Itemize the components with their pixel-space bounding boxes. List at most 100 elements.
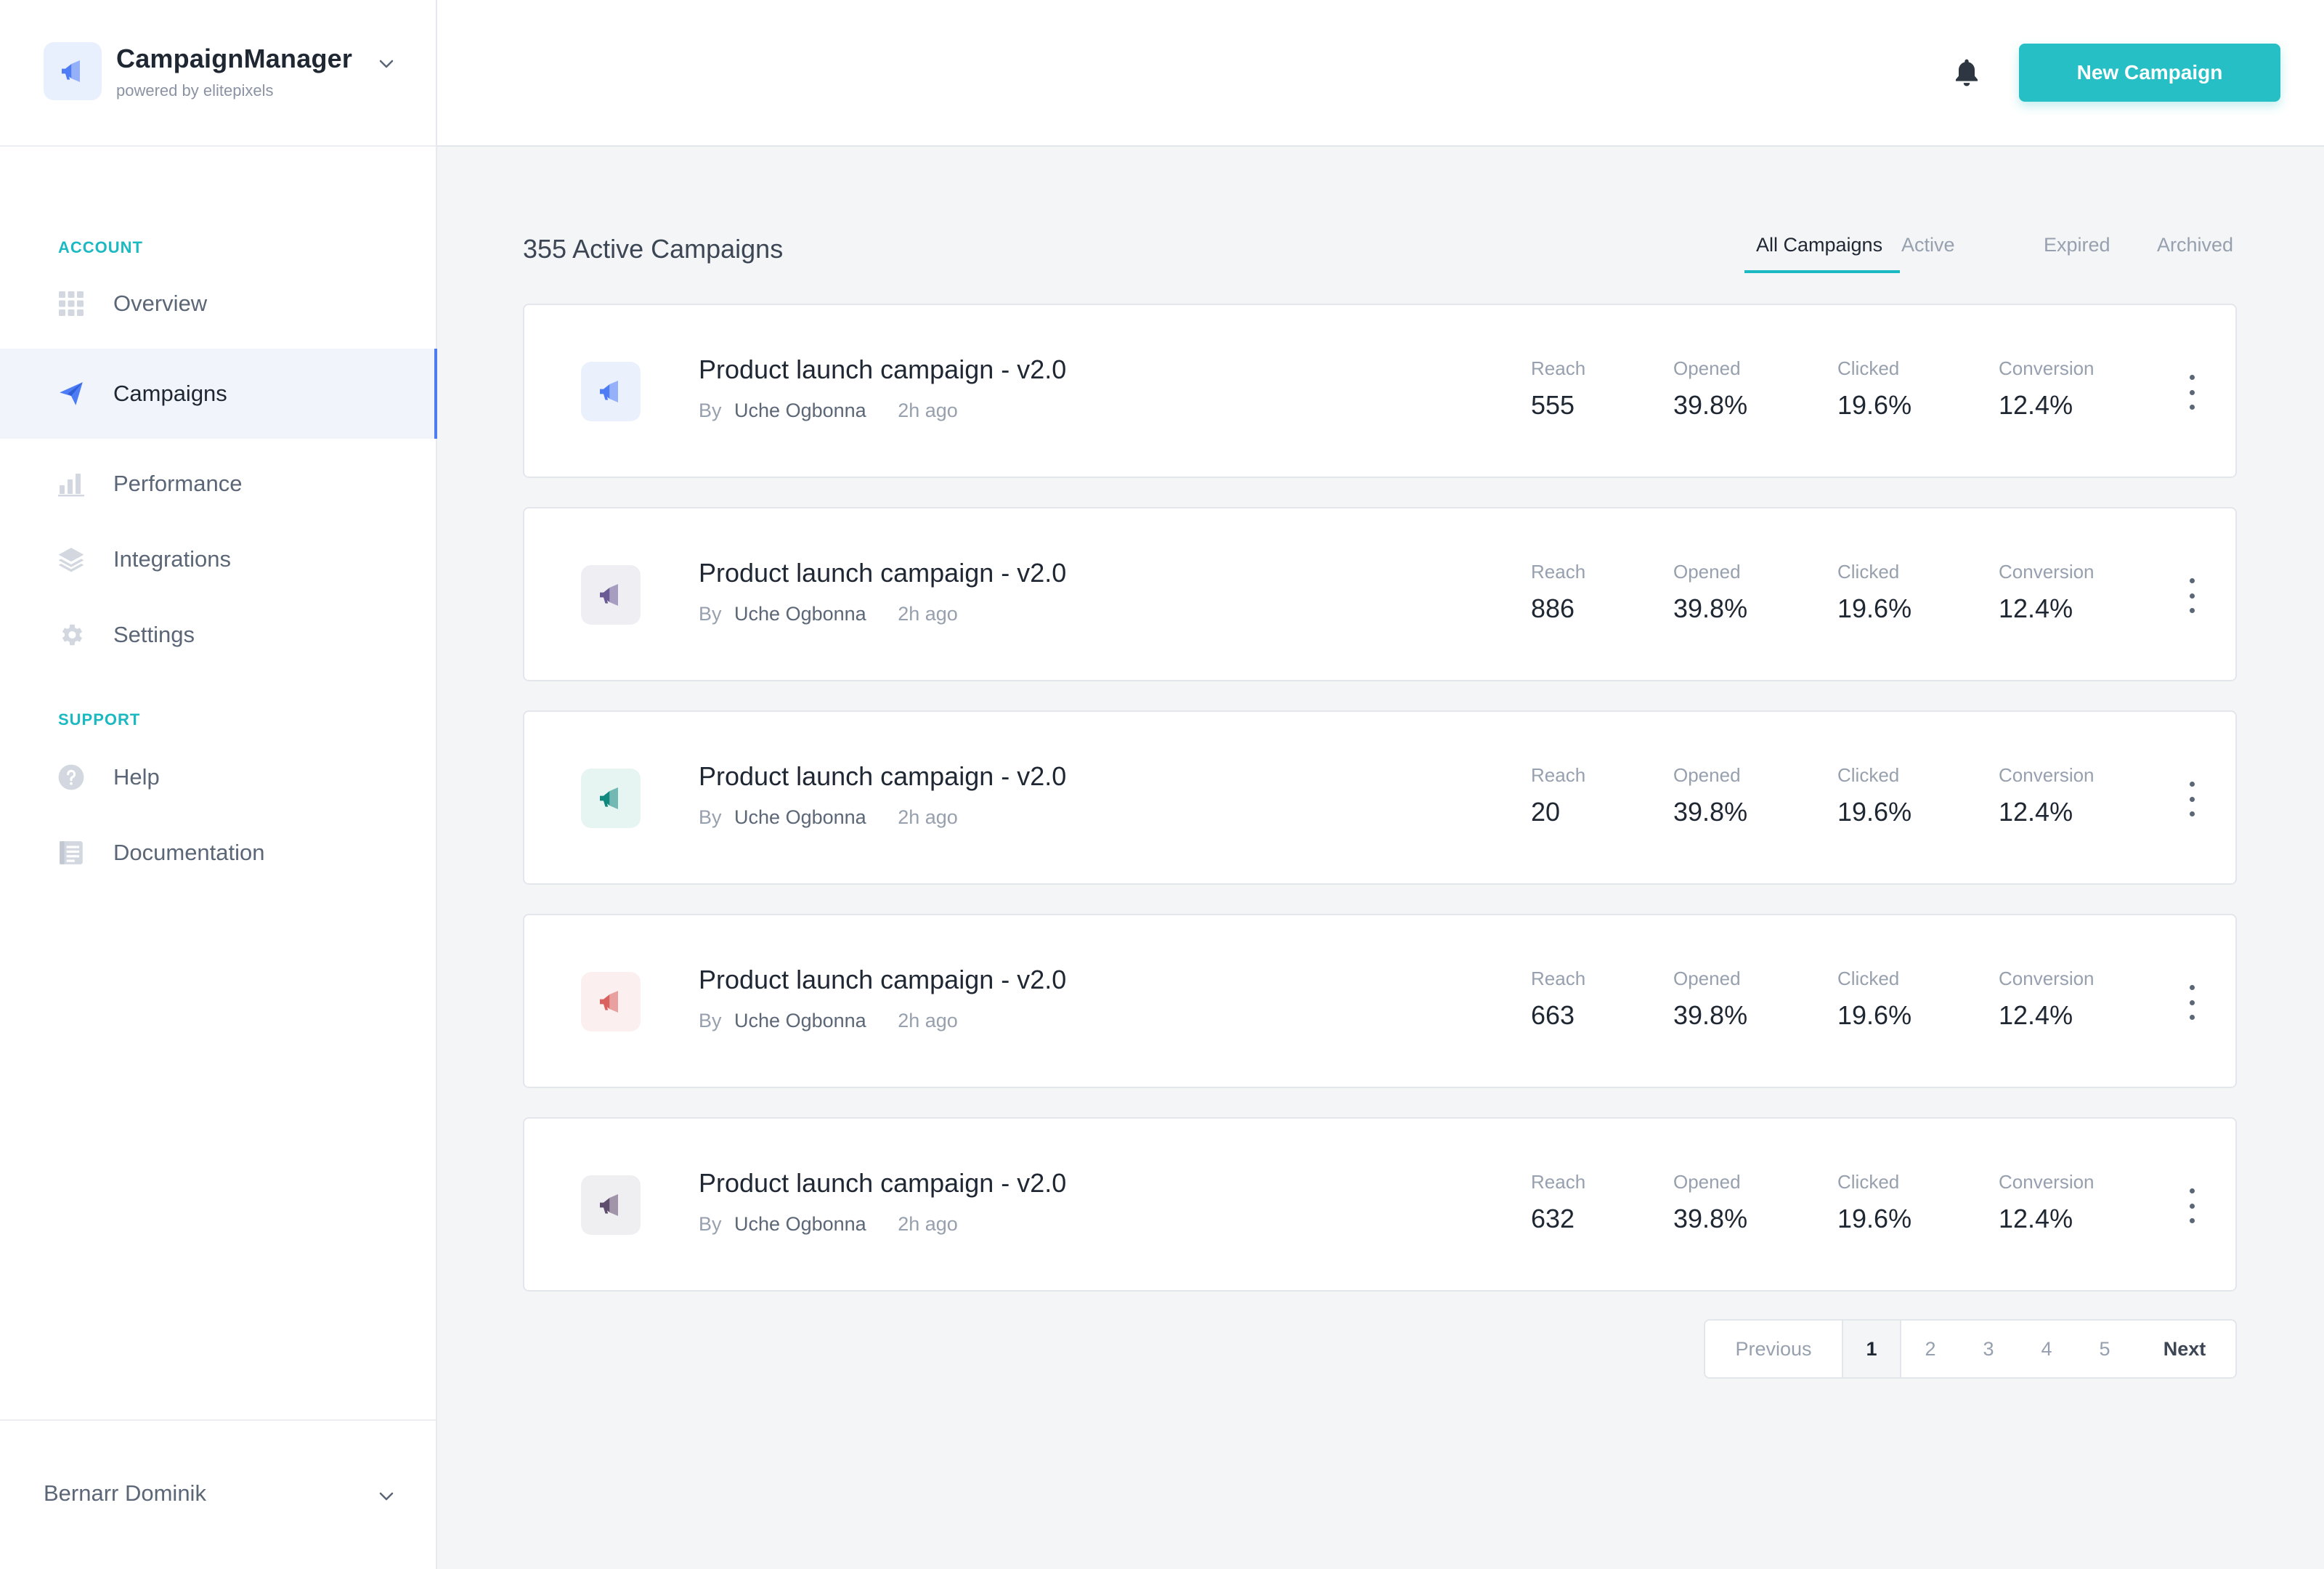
app-subtitle: powered by elitepixels <box>116 81 274 100</box>
top-header: New Campaign <box>437 0 2324 147</box>
chevron-down-icon[interactable] <box>375 52 398 76</box>
stat-opened: Opened 39.8% <box>1673 764 1747 827</box>
gear-icon <box>57 620 86 649</box>
sidebar-item-documentation[interactable]: Documentation <box>0 808 436 898</box>
campaign-time: 2h ago <box>898 1213 958 1235</box>
megaphone-icon <box>581 972 641 1031</box>
by-label: By <box>699 1213 722 1235</box>
stat-label: Conversion <box>1999 357 2095 379</box>
stat-value: 20 <box>1531 797 1561 827</box>
stat-reach: Reach 886 <box>1531 561 1585 624</box>
campaign-title[interactable]: Product launch campaign - v2.0 <box>699 1168 1066 1199</box>
tab-archived[interactable]: Archived <box>2157 234 2233 256</box>
by-label: By <box>699 1010 722 1031</box>
user-menu[interactable]: Bernarr Dominik <box>0 1419 436 1569</box>
campaign-card[interactable]: Product launch campaign - v2.0 By Uche O… <box>523 507 2237 681</box>
pagination-page-4[interactable]: 4 <box>2018 1321 2076 1377</box>
campaign-card[interactable]: Product launch campaign - v2.0 By Uche O… <box>523 914 2237 1088</box>
campaign-author: Uche Ogbonna <box>734 1213 866 1235</box>
kebab-dot <box>2189 985 2195 990</box>
sidebar-item-overview[interactable]: Overview <box>0 259 436 349</box>
campaign-title[interactable]: Product launch campaign - v2.0 <box>699 558 1066 588</box>
pagination-page-3[interactable]: 3 <box>1959 1321 2018 1377</box>
stat-label: Clicked <box>1837 561 1900 583</box>
stat-reach: Reach 20 <box>1531 764 1585 827</box>
stat-value: 39.8% <box>1673 1204 1748 1233</box>
pagination-previous[interactable]: Previous <box>1705 1321 1842 1377</box>
campaign-card[interactable]: Product launch campaign - v2.0 By Uche O… <box>523 1117 2237 1292</box>
pagination-page-2[interactable]: 2 <box>1901 1321 1959 1377</box>
by-label: By <box>699 400 722 421</box>
stat-conversion: Conversion 12.4% <box>1999 1171 2095 1234</box>
stat-value: 19.6% <box>1837 797 1912 827</box>
kebab-dot <box>2189 375 2195 380</box>
pagination-page-1[interactable]: 1 <box>1842 1321 1901 1377</box>
brand-switcher[interactable]: CampaignManager powered by elitepixels <box>0 0 436 147</box>
kebab-dot <box>2189 1203 2195 1209</box>
stat-opened: Opened 39.8% <box>1673 561 1747 624</box>
stat-value: 632 <box>1531 1204 1575 1233</box>
stat-label: Reach <box>1531 1171 1586 1193</box>
sidebar-item-campaigns[interactable]: Campaigns <box>0 349 437 439</box>
stat-clicked: Clicked 19.6% <box>1837 561 1911 624</box>
stat-label: Conversion <box>1999 764 2095 786</box>
campaign-card[interactable]: Product launch campaign - v2.0 By Uche O… <box>523 304 2237 478</box>
sidebar-item-label: Campaigns <box>113 381 227 406</box>
campaign-title[interactable]: Product launch campaign - v2.0 <box>699 761 1066 792</box>
campaign-time: 2h ago <box>898 806 958 828</box>
tab-active[interactable]: Active <box>1901 234 1955 256</box>
tab-expired[interactable]: Expired <box>2044 234 2110 256</box>
stat-value: 39.8% <box>1673 1000 1748 1030</box>
bell-icon[interactable] <box>1949 55 1984 90</box>
stat-label: Clicked <box>1837 1171 1900 1193</box>
sidebar-item-label: Performance <box>113 471 243 496</box>
pagination-page-5[interactable]: 5 <box>2076 1321 2134 1377</box>
megaphone-icon <box>44 42 102 100</box>
by-label: By <box>699 806 722 828</box>
stat-value: 12.4% <box>1999 593 2073 623</box>
layers-icon <box>57 545 86 574</box>
stat-value: 12.4% <box>1999 797 2073 827</box>
megaphone-icon <box>581 1175 641 1235</box>
campaign-author: Uche Ogbonna <box>734 1010 866 1031</box>
stat-label: Conversion <box>1999 1171 2095 1193</box>
more-options-icon[interactable] <box>2180 578 2203 613</box>
stat-value: 19.6% <box>1837 593 1912 623</box>
stat-value: 39.8% <box>1673 797 1748 827</box>
stat-label: Reach <box>1531 764 1586 786</box>
sidebar-item-label: Integrations <box>113 546 231 572</box>
stat-label: Clicked <box>1837 357 1900 379</box>
kebab-dot <box>2189 811 2195 816</box>
stat-value: 39.8% <box>1673 593 1748 623</box>
more-options-icon[interactable] <box>2180 985 2203 1020</box>
kebab-dot <box>2189 578 2195 583</box>
document-icon <box>57 838 86 867</box>
kebab-dot <box>2189 1015 2195 1020</box>
campaign-meta: By Uche Ogbonna 2h ago <box>699 806 958 829</box>
chevron-down-icon[interactable] <box>375 1485 398 1508</box>
more-options-icon[interactable] <box>2180 782 2203 816</box>
stat-label: Clicked <box>1837 968 1900 989</box>
more-options-icon[interactable] <box>2180 375 2203 410</box>
sidebar-item-settings[interactable]: Settings <box>0 590 436 680</box>
campaign-title[interactable]: Product launch campaign - v2.0 <box>699 354 1066 385</box>
stat-conversion: Conversion 12.4% <box>1999 561 2095 624</box>
campaign-time: 2h ago <box>898 1010 958 1031</box>
stat-label: Conversion <box>1999 968 2095 989</box>
new-campaign-button[interactable]: New Campaign <box>2019 44 2280 102</box>
kebab-dot <box>2189 1000 2195 1005</box>
kebab-dot <box>2189 782 2195 787</box>
kebab-dot <box>2189 1188 2195 1193</box>
stat-reach: Reach 555 <box>1531 357 1585 421</box>
stat-clicked: Clicked 19.6% <box>1837 357 1911 421</box>
more-options-icon[interactable] <box>2180 1188 2203 1223</box>
kebab-dot <box>2189 796 2195 802</box>
stat-label: Opened <box>1673 764 1741 786</box>
pagination: Previous 1 2 3 4 5 Next <box>1704 1319 2237 1379</box>
campaign-title[interactable]: Product launch campaign - v2.0 <box>699 965 1066 995</box>
pagination-next[interactable]: Next <box>2134 1321 2235 1377</box>
stat-label: Reach <box>1531 968 1586 989</box>
campaign-card[interactable]: Product launch campaign - v2.0 By Uche O… <box>523 710 2237 885</box>
stat-reach: Reach 663 <box>1531 968 1585 1031</box>
tab-all-campaigns[interactable]: All Campaigns <box>1756 234 1882 256</box>
